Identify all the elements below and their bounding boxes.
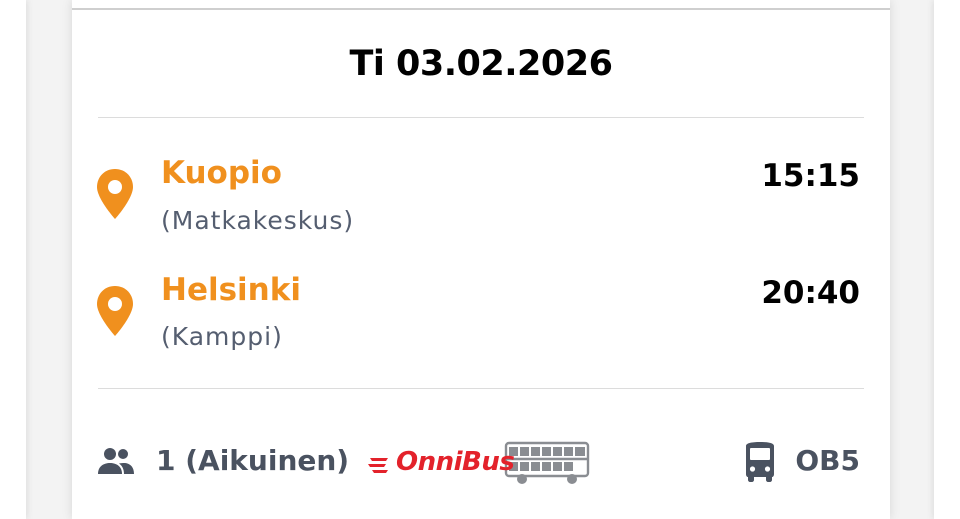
adjacent-card-right	[934, 0, 960, 519]
departure-city: Kuopio	[161, 155, 282, 191]
departure-station: (Matkakeskus)	[161, 206, 355, 235]
arrival-city: Helsinki	[161, 272, 301, 308]
adjacent-card-left	[0, 0, 26, 519]
people-icon	[98, 448, 134, 474]
ticket-card[interactable]: Ti 03.02.2026 Kuopio (Matkakeskus) 15:15…	[72, 0, 890, 519]
route-code: OB5	[795, 444, 860, 477]
arrival-station: (Kamppi)	[161, 322, 283, 351]
departure-time: 15:15	[761, 158, 860, 194]
divider	[98, 388, 864, 389]
arrival-time: 20:40	[761, 275, 860, 311]
bus-icon	[746, 442, 774, 482]
passenger-count: 1 (Aikuinen)	[156, 444, 350, 477]
operator-name: OnniBus	[396, 447, 515, 477]
location-pin-icon	[97, 286, 133, 336]
card-top-border	[72, 8, 890, 10]
location-pin-icon	[97, 169, 133, 219]
travel-date: Ti 03.02.2026	[349, 44, 613, 84]
divider	[98, 117, 864, 118]
